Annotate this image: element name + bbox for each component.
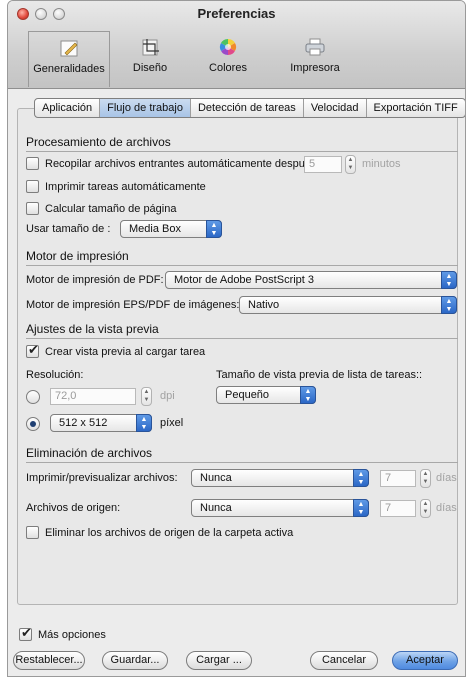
toolbar-label: Impresora [290, 62, 340, 74]
color-wheel-icon [219, 38, 237, 56]
section-deletion: Eliminación de archivos [26, 446, 458, 463]
list-size-value: Pequeño [225, 389, 270, 401]
source-days-unit: días [436, 502, 457, 514]
reset-button[interactable]: Restablecer... [13, 651, 85, 670]
popup-arrows-icon: ▲ ▼ [353, 469, 369, 487]
resolution-label: Resolución: [26, 369, 84, 381]
tab-deteccion-de-tareas[interactable]: Detección de tareas [191, 99, 304, 117]
print-files-popup[interactable]: Nunca ▲ ▼ [191, 469, 369, 487]
delete-active-label: Eliminar los archivos de origen de la ca… [45, 526, 294, 539]
section-processing: Procesamiento de archivos [26, 135, 458, 152]
toolbar-label: Diseño [132, 62, 168, 74]
source-days-stepper[interactable]: ▲ ▼ [420, 499, 431, 518]
recompile-minutes-field[interactable]: 5 [304, 156, 342, 173]
recompile-row: Recopilar archivos entrantes automáticam… [26, 157, 316, 170]
layout-crop-icon [142, 39, 159, 56]
popup-arrows-icon: ▲ ▼ [300, 386, 316, 404]
source-files-label: Archivos de origen: [26, 502, 121, 514]
more-options-row: Más opciones [19, 625, 106, 641]
pixel-radio[interactable] [26, 417, 40, 431]
recompile-label: Recopilar archivos entrantes automáticam… [45, 157, 317, 170]
print-auto-row: Imprimir tareas automáticamente [26, 180, 206, 193]
print-days-unit: días [436, 472, 457, 484]
list-size-label: Tamaño de vista previa de lista de tarea… [216, 369, 423, 381]
pixel-size-popup[interactable]: 512 x 512 ▲ ▼ [50, 414, 152, 432]
tab-aplicacion[interactable]: Aplicación [35, 99, 101, 117]
popup-arrows-icon: ▲ ▼ [206, 220, 222, 238]
eps-engine-label: Motor de impresión EPS/PDF de imágenes: [26, 299, 240, 311]
toolbar-label: Generalidades [33, 63, 105, 75]
toolbar-generalidades[interactable]: Generalidades [28, 31, 110, 87]
popup-arrows-icon: ▲ ▼ [353, 499, 369, 517]
source-days-field[interactable]: 7 [380, 500, 416, 517]
delete-active-checkbox[interactable] [26, 526, 39, 539]
use-size-label: Usar tamaño de : [26, 223, 111, 235]
pdf-engine-label: Motor de impresión de PDF: [26, 274, 164, 286]
printer-icon [305, 38, 325, 56]
section-preview: Ajustes de la vista previa [26, 322, 458, 339]
popup-arrows-icon: ▲ ▼ [441, 271, 457, 289]
save-button[interactable]: Guardar... [102, 651, 168, 670]
calc-page-size-label: Calcular tamaño de página [45, 202, 177, 215]
calc-page-size-checkbox[interactable] [26, 202, 39, 215]
pdf-engine-popup[interactable]: Motor de Adobe PostScript 3 ▲ ▼ [165, 271, 457, 289]
use-size-value: Media Box [129, 223, 181, 235]
print-files-value: Nunca [200, 472, 232, 484]
source-files-value: Nunca [200, 502, 232, 514]
more-options-label: Más opciones [38, 628, 106, 641]
dpi-field[interactable]: 72,0 [50, 388, 136, 405]
preferences-window: Preferencias Generalidades Diseño Colore… [7, 0, 466, 677]
pixel-size-value: 512 x 512 [59, 417, 108, 429]
delete-active-row: Eliminar los archivos de origen de la ca… [26, 526, 293, 539]
recompile-minutes-stepper[interactable]: ▲ ▼ [345, 155, 356, 174]
cancel-button[interactable]: Cancelar [310, 651, 378, 670]
create-preview-checkbox[interactable] [26, 342, 39, 358]
toolbar-colores[interactable]: Colores [198, 31, 258, 87]
pdf-engine-value: Motor de Adobe PostScript 3 [174, 274, 315, 286]
source-files-popup[interactable]: Nunca ▲ ▼ [191, 499, 369, 517]
recompile-checkbox[interactable] [26, 157, 39, 170]
more-options-checkbox[interactable] [19, 625, 32, 641]
minutes-unit: minutos [362, 158, 401, 170]
load-button[interactable]: Cargar ... [186, 651, 252, 670]
popup-arrows-icon: ▲ ▼ [136, 414, 152, 432]
tab-flujo-de-trabajo[interactable]: Flujo de trabajo [100, 99, 191, 117]
list-size-popup[interactable]: Pequeño ▲ ▼ [216, 386, 316, 404]
print-days-stepper[interactable]: ▲ ▼ [420, 469, 431, 488]
window-title: Preferencias [197, 6, 276, 21]
toolbar-diseno[interactable]: Diseño [120, 31, 180, 87]
popup-arrows-icon: ▲ ▼ [441, 296, 457, 314]
calc-page-size-row: Calcular tamaño de página [26, 202, 176, 215]
pixel-unit: píxel [160, 417, 184, 429]
use-size-popup[interactable]: Media Box ▲ ▼ [120, 220, 222, 238]
print-auto-checkbox[interactable] [26, 180, 39, 193]
tab-exportacion-tiff[interactable]: Exportación TIFF [367, 99, 465, 117]
pencil-document-icon [60, 40, 78, 57]
section-engine: Motor de impresión [26, 249, 458, 266]
dpi-row [26, 390, 48, 404]
pixel-row [26, 417, 48, 431]
title-bar: Preferencias Generalidades Diseño Colore… [8, 1, 465, 89]
print-days-field[interactable]: 7 [380, 470, 416, 487]
create-preview-row: Crear vista previa al cargar tarea [26, 342, 206, 358]
dpi-stepper[interactable]: ▲ ▼ [141, 387, 152, 406]
print-auto-label: Imprimir tareas automáticamente [45, 180, 206, 193]
tab-bar: Aplicación Flujo de trabajo Detección de… [34, 98, 465, 118]
toolbar-label: Colores [209, 62, 247, 74]
dpi-unit: dpi [160, 390, 175, 402]
eps-engine-value: Nativo [248, 299, 280, 311]
dpi-radio[interactable] [26, 390, 40, 404]
eps-engine-popup[interactable]: Nativo ▲ ▼ [239, 296, 457, 314]
accept-button[interactable]: Aceptar [392, 651, 458, 670]
tab-velocidad[interactable]: Velocidad [304, 99, 367, 117]
create-preview-label: Crear vista previa al cargar tarea [45, 345, 206, 358]
print-files-label: Imprimir/previsualizar archivos: [26, 472, 178, 484]
toolbar-impresora[interactable]: Impresora [282, 31, 348, 87]
